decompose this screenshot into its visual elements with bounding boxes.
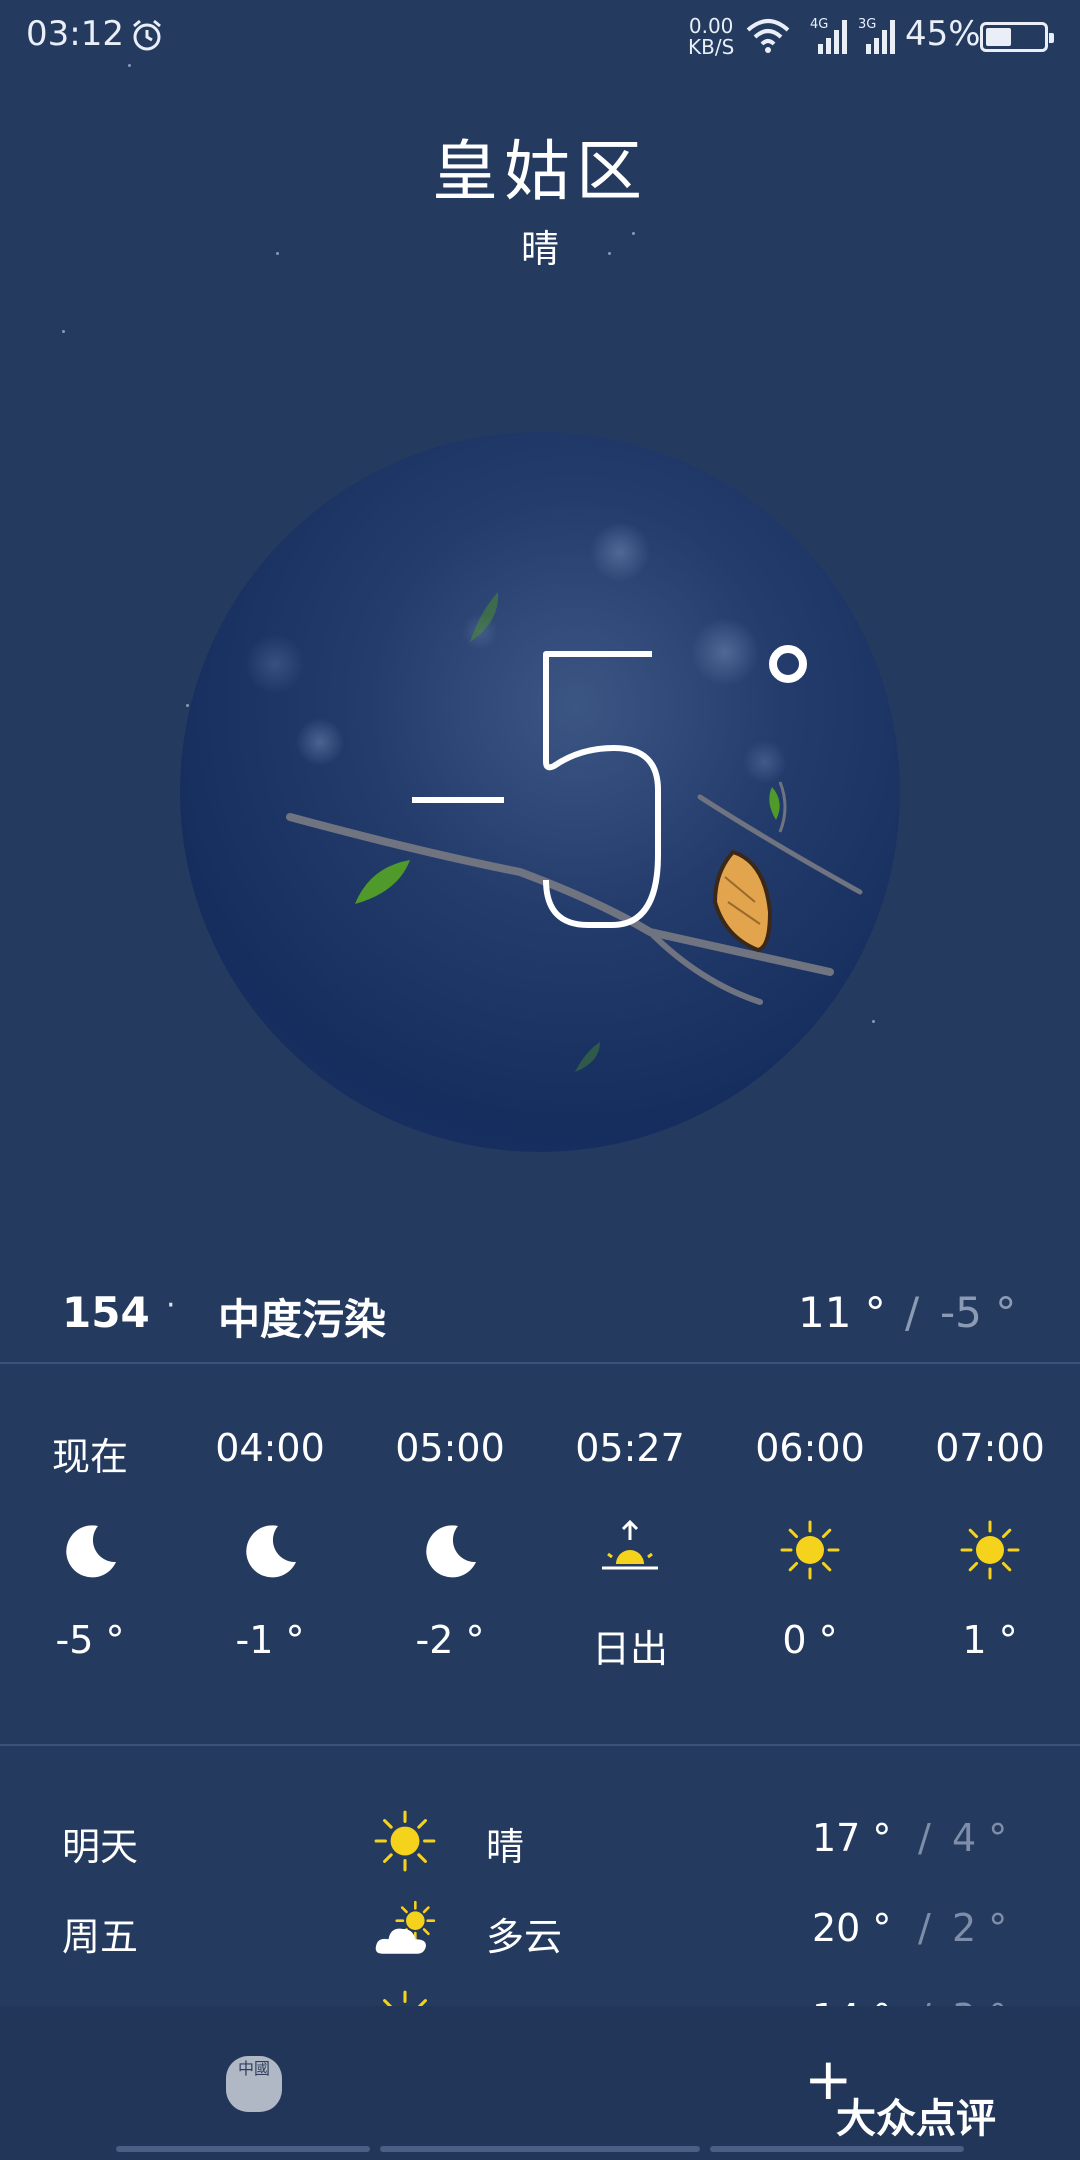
- hourly-time: 06:00: [755, 1426, 865, 1470]
- sun-icon: [778, 1518, 842, 1582]
- network-3g-label: 3G: [858, 17, 876, 32]
- hourly-time: 07:00: [935, 1426, 1045, 1470]
- net-speed-value: 0.00: [688, 14, 734, 38]
- page-indicator: [710, 2146, 964, 2152]
- page-indicator: [380, 2146, 700, 2152]
- hourly-item: 06:00 0 °: [735, 1426, 885, 1662]
- daily-high: 17 °: [812, 1816, 892, 1860]
- hourly-time: 04:00: [215, 1426, 325, 1470]
- sunrise-icon: [598, 1518, 662, 1582]
- star: [186, 704, 189, 707]
- hourly-time: 05:00: [395, 1426, 505, 1470]
- daily-separator: /: [918, 1996, 931, 2006]
- sun-icon: [372, 1808, 438, 1874]
- daily-row[interactable]: 周五 多云 20 ° / 2 °: [0, 1900, 1080, 1986]
- daily-condition: 多云: [486, 1915, 563, 1959]
- high-low-separator: /: [905, 1288, 920, 1337]
- hourly-temp: -1 °: [235, 1618, 305, 1662]
- current-temperature-value: -5: [400, 640, 401, 641]
- status-time: 03:12: [26, 14, 124, 54]
- city-name[interactable]: 皇姑区: [0, 118, 1080, 214]
- daily-low: 2 °: [952, 1906, 1008, 1950]
- signal-icon-3g: 3G: [858, 17, 895, 54]
- weather-seal-logo[interactable]: 中國: [226, 2056, 282, 2112]
- hourly-item: 05:27 日出: [555, 1426, 705, 1673]
- divider: [0, 1362, 1080, 1364]
- battery-fill: [986, 28, 1012, 46]
- battery-icon: [980, 22, 1054, 52]
- net-speed: 0.00 KB/S: [688, 16, 734, 58]
- net-speed-unit: KB/S: [688, 35, 735, 59]
- star: [872, 1020, 875, 1023]
- daily-high: 20 °: [812, 1906, 892, 1950]
- hourly-temp: -2 °: [415, 1618, 485, 1662]
- aqi-separator: ·: [166, 1288, 176, 1323]
- hourly-item: 现在 -5 °: [15, 1426, 165, 1662]
- daily-day: 明天: [62, 1825, 139, 1869]
- divider: [0, 1744, 1080, 1746]
- daily-separator: /: [918, 1906, 931, 1950]
- watermark-text: 大众点评: [836, 2096, 996, 2142]
- hourly-item: 04:00 -1 °: [195, 1426, 345, 1662]
- hourly-item: 07:00 1 °: [915, 1426, 1065, 1662]
- daily-low: 4 °: [952, 1816, 1008, 1860]
- signal-icon: 4G: [810, 17, 847, 54]
- current-condition: 晴: [520, 227, 559, 271]
- daily-row[interactable]: 明天 晴 17 ° / 4 °: [0, 1810, 1080, 1896]
- daily-low: 3 °: [952, 1996, 1007, 2006]
- network-4g-label: 4G: [810, 17, 828, 32]
- sun-icon: [372, 1988, 438, 2006]
- daily-day: 周五: [62, 1915, 139, 1959]
- partly-cloudy-icon: [372, 1898, 438, 1964]
- battery-percent: 45%: [905, 14, 981, 54]
- aqi-level[interactable]: 中度污染: [218, 1286, 386, 1347]
- alarm-icon: [133, 19, 161, 51]
- moon-icon: [58, 1518, 122, 1582]
- daily-forecast[interactable]: 明天 晴 17 ° / 4 °周五 多云 20 ° / 2 °周六 晴 14 °…: [0, 1790, 1080, 2006]
- hourly-temp: 1 °: [962, 1618, 1018, 1662]
- moon-icon: [418, 1518, 482, 1582]
- aqi-value[interactable]: 154: [62, 1288, 150, 1337]
- wifi-icon: [746, 19, 790, 53]
- daily-separator: /: [918, 1816, 931, 1860]
- moon-icon: [238, 1518, 302, 1582]
- hourly-temp: -5 °: [55, 1618, 125, 1662]
- current-temperature: -5: [400, 640, 807, 928]
- star: [128, 64, 131, 67]
- hourly-time: 现在: [51, 1435, 128, 1479]
- hourly-temp: 日出: [591, 1627, 668, 1671]
- daily-condition: 晴: [486, 1825, 525, 1869]
- hourly-item: 05:00 -2 °: [375, 1426, 525, 1662]
- daily-day: 周六: [62, 1996, 138, 2006]
- hourly-time: 05:27: [575, 1426, 685, 1470]
- star: [62, 330, 65, 333]
- today-high: 11 °: [798, 1288, 886, 1337]
- today-low: -5 °: [940, 1288, 1017, 1337]
- sun-icon: [958, 1518, 1022, 1582]
- daily-row[interactable]: 周六 晴 14 ° / 3 °: [0, 1990, 1080, 2006]
- page-indicator: [116, 2146, 370, 2152]
- daily-condition: 晴: [486, 1996, 524, 2006]
- hourly-temp: 0 °: [782, 1618, 838, 1662]
- daily-high: 14 °: [812, 1996, 891, 2006]
